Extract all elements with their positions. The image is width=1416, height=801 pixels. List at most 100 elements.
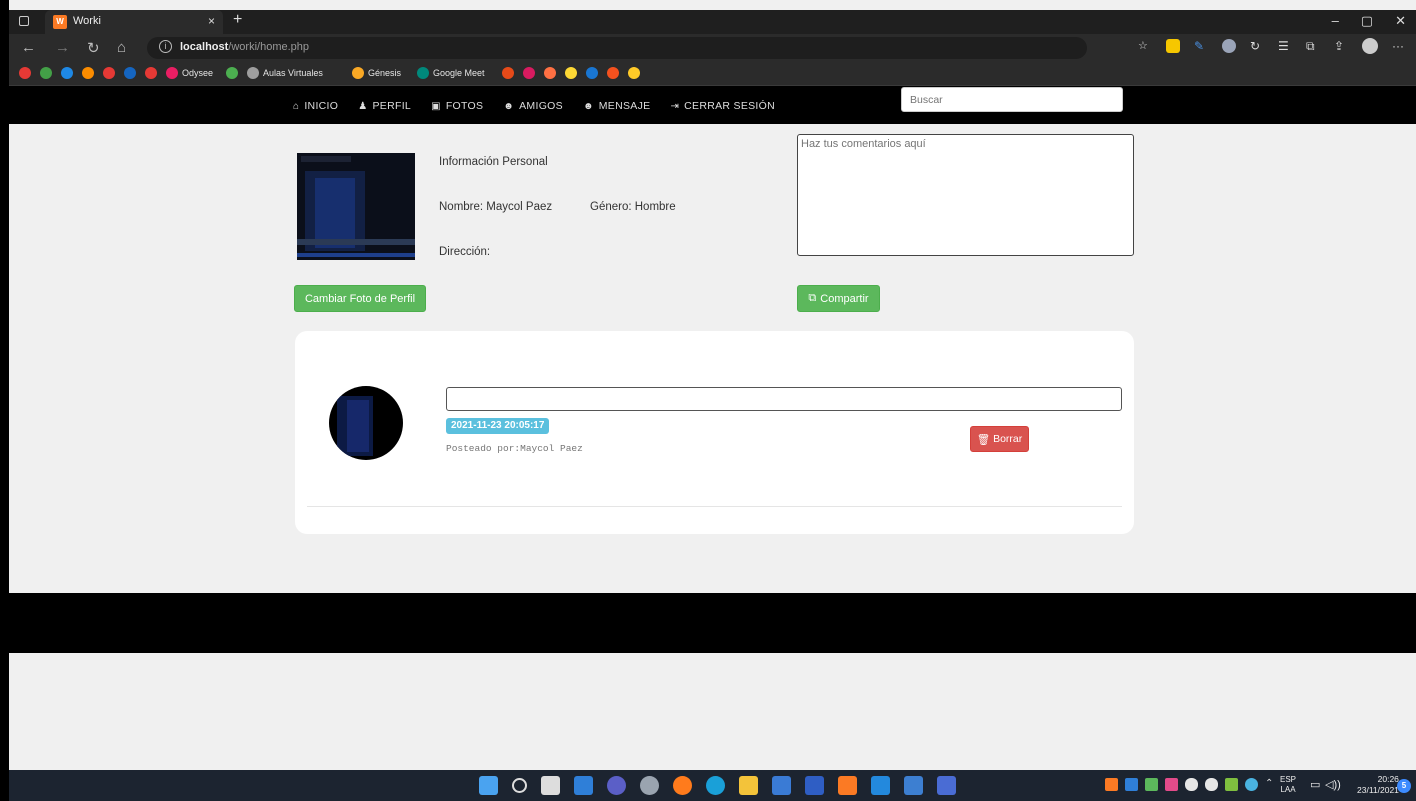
bookmark-favicon-icon — [586, 67, 598, 79]
bookmark-item[interactable] — [103, 67, 115, 79]
bookmark-item[interactable] — [502, 67, 514, 79]
refresh-extension-icon[interactable]: ↻ — [1250, 39, 1264, 53]
bookmark-favicon-icon — [607, 67, 619, 79]
firefox-icon[interactable] — [673, 776, 692, 795]
extension-icon[interactable] — [1222, 39, 1236, 53]
widgets-icon[interactable] — [574, 776, 593, 795]
refresh-icon[interactable]: ↻ — [87, 39, 100, 57]
forward-icon[interactable]: → — [55, 39, 70, 56]
users-icon: ☻ — [582, 100, 594, 112]
tray-icon[interactable] — [1245, 778, 1258, 791]
extension-icons: ☆ ✎ ↻ ☰ ⧉ ⇪ ··· — [1138, 38, 1406, 54]
bookmark-item[interactable]: Google Meet — [417, 67, 485, 79]
bookmark-item[interactable] — [544, 67, 556, 79]
post-timestamp-badge: 2021-11-23 20:05:17 — [446, 418, 550, 434]
tab-actions-icon[interactable] — [17, 14, 31, 28]
tray-icon[interactable] — [1225, 778, 1238, 791]
comment-textarea[interactable] — [797, 134, 1134, 256]
tray-icon[interactable] — [1145, 778, 1158, 791]
xampp-icon[interactable] — [838, 776, 857, 795]
change-profile-photo-button[interactable]: Cambiar Foto de Perfil — [294, 285, 426, 312]
volume-icon[interactable]: ◁)) — [1325, 778, 1341, 791]
bookmark-item[interactable] — [124, 67, 136, 79]
share-button[interactable]: ⧉ Compartir — [797, 285, 880, 312]
bookmark-item[interactable] — [586, 67, 598, 79]
bookmark-item[interactable]: Génesis — [352, 67, 401, 79]
bookmark-favicon-icon — [61, 67, 73, 79]
delete-post-button[interactable]: 🗑 Borrar — [970, 426, 1029, 452]
word-icon[interactable] — [805, 776, 824, 795]
chevron-up-icon[interactable]: ⌃ — [1265, 778, 1278, 791]
bookmark-item[interactable] — [82, 67, 94, 79]
home-icon[interactable]: ⌂ — [117, 39, 126, 56]
photos-icon[interactable] — [904, 776, 923, 795]
network-icon[interactable]: ▭ — [1310, 778, 1320, 791]
bookmark-item[interactable]: Aulas Virtuales — [247, 67, 323, 79]
store-icon[interactable] — [772, 776, 791, 795]
bookmark-item[interactable] — [523, 67, 535, 79]
bookmark-item[interactable] — [19, 67, 31, 79]
back-icon[interactable]: ← — [21, 39, 36, 56]
close-tab-icon[interactable]: × — [208, 14, 215, 28]
nav-fotos[interactable]: ▣ FOTOS — [431, 100, 483, 112]
tray-icon[interactable] — [1105, 778, 1118, 791]
nav-mensaje[interactable]: ☻ MENSAJE — [583, 100, 651, 112]
nav-perfil[interactable]: ♟ PERFIL — [358, 100, 411, 112]
restore-icon[interactable]: ▢ — [1361, 13, 1373, 29]
minimize-icon[interactable]: – — [1332, 13, 1339, 29]
divider — [307, 506, 1122, 507]
clock[interactable]: 20:26 23/11/2021 — [1357, 774, 1399, 796]
settings-icon[interactable] — [640, 776, 659, 795]
tray-icon[interactable] — [1165, 778, 1178, 791]
chat-icon[interactable] — [607, 776, 626, 795]
bookmark-favicon-icon — [103, 67, 115, 79]
url-field[interactable]: i localhost/worki/home.php — [147, 37, 1087, 59]
language-indicator[interactable]: ESP LAA — [1280, 775, 1296, 795]
share-icon: ⧉ — [808, 292, 817, 304]
bookmark-item[interactable] — [61, 67, 73, 79]
search-input[interactable] — [901, 87, 1123, 112]
bookmark-favicon-icon — [82, 67, 94, 79]
edge-icon[interactable] — [706, 776, 725, 795]
bookmark-item[interactable] — [145, 67, 157, 79]
extension-icon[interactable] — [1166, 39, 1180, 53]
onedrive-icon[interactable] — [1205, 778, 1218, 791]
start-icon[interactable] — [479, 776, 498, 795]
bookmark-item[interactable] — [607, 67, 619, 79]
favorites-icon[interactable]: ☰ — [1278, 39, 1292, 53]
onedrive-icon[interactable] — [1185, 778, 1198, 791]
tray-icon[interactable] — [1125, 778, 1138, 791]
notifications-badge[interactable]: 5 — [1397, 779, 1411, 793]
bookmark-item[interactable] — [40, 67, 52, 79]
search-icon[interactable] — [512, 778, 527, 793]
new-tab-button[interactable]: + — [233, 11, 242, 29]
home-icon: ⌂ — [293, 100, 300, 112]
profile-avatar-icon[interactable] — [1362, 38, 1378, 54]
vscode-icon[interactable] — [871, 776, 890, 795]
share-icon[interactable]: ⇪ — [1334, 39, 1348, 53]
file-explorer-icon[interactable] — [739, 776, 758, 795]
browser-tab[interactable]: W Worki × — [45, 10, 223, 34]
site-info-icon[interactable]: i — [159, 40, 172, 53]
url-text: localhost/worki/home.php — [180, 41, 310, 53]
favicon-icon: W — [53, 15, 67, 29]
close-window-icon[interactable]: ✕ — [1395, 13, 1406, 29]
collections-icon[interactable]: ⧉ — [1306, 39, 1320, 53]
add-favorite-icon[interactable]: ☆ — [1138, 39, 1152, 53]
post-content-field[interactable] — [446, 387, 1122, 411]
nav-amigos[interactable]: ☻ AMIGOS — [503, 100, 563, 112]
bookmark-favicon-icon — [352, 67, 364, 79]
nav-inicio[interactable]: ⌂ INICIO — [293, 100, 338, 112]
bookmark-item[interactable] — [565, 67, 577, 79]
app-icon[interactable] — [937, 776, 956, 795]
task-view-icon[interactable] — [541, 776, 560, 795]
bookmark-item[interactable]: Odysee — [166, 67, 213, 79]
nav-cerrar-sesion[interactable]: ⇥ CERRAR SESIÓN — [670, 100, 775, 112]
bookmark-item[interactable] — [226, 67, 238, 79]
bookmark-item[interactable] — [628, 67, 640, 79]
more-options-icon[interactable]: ··· — [1392, 39, 1406, 53]
system-tray: ⌃ — [1105, 778, 1278, 791]
avatar — [329, 386, 403, 460]
bookmark-favicon-icon — [145, 67, 157, 79]
extension-icon[interactable]: ✎ — [1194, 39, 1208, 53]
